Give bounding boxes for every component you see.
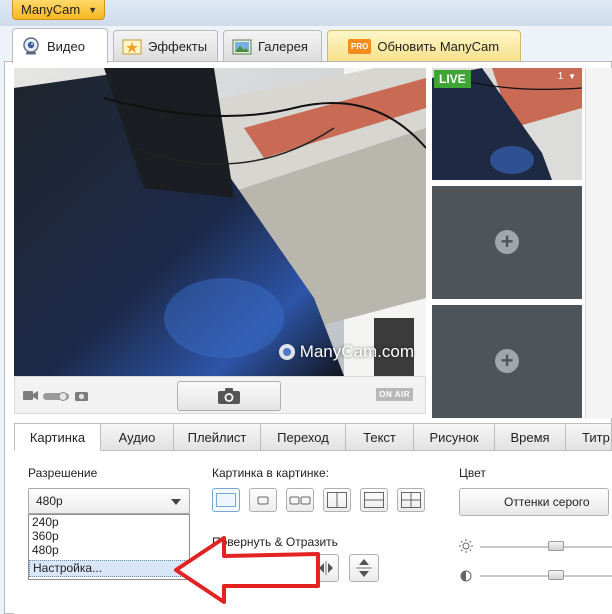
tab-drawing-label: Рисунок xyxy=(429,429,479,445)
tab-upgrade[interactable]: PRO Обновить ManyCam xyxy=(327,30,521,62)
tab-text[interactable]: Текст xyxy=(345,423,414,451)
preview-image xyxy=(14,68,426,376)
manycam-logo-icon xyxy=(278,344,295,360)
pip-quad-icon xyxy=(401,492,421,508)
resolution-option-480p[interactable]: 480p xyxy=(29,543,189,557)
tab-transition-label: Переход xyxy=(277,429,329,445)
app-menu-label: ManyCam xyxy=(21,2,81,17)
source-slot-1[interactable]: LIVE 1 ▼ xyxy=(432,68,582,180)
color-label: Цвет xyxy=(459,466,486,480)
tab-time-label: Время xyxy=(510,429,550,445)
pip-small-icon xyxy=(257,496,269,505)
title-bar: ManyCam ▼ xyxy=(0,0,612,26)
annotation-arrow-icon xyxy=(174,536,320,604)
pip-double-button[interactable] xyxy=(286,488,314,512)
resolution-value: 480p xyxy=(36,494,63,508)
resolution-option-custom[interactable]: Настройка... xyxy=(29,560,189,577)
tab-audio[interactable]: Аудио xyxy=(100,423,174,451)
tab-transition[interactable]: Переход xyxy=(260,423,346,451)
gallery-icon xyxy=(232,39,252,54)
snapshot-button[interactable] xyxy=(177,381,281,411)
brightness-icon xyxy=(459,539,473,553)
sources-scrollbar[interactable] xyxy=(585,68,612,418)
watermark-text: ManyCam.com xyxy=(299,342,414,361)
chevron-down-icon: ▼ xyxy=(88,4,98,15)
tab-gallery-label: Галерея xyxy=(258,39,308,54)
tab-picture[interactable]: Картинка xyxy=(14,423,101,451)
pip-double-icon xyxy=(289,496,311,505)
resolution-option-360p[interactable]: 360p xyxy=(29,529,189,543)
tab-playlist-label: Плейлист xyxy=(187,429,247,445)
slot-number-label: 1 xyxy=(557,71,564,82)
contrast-slider[interactable] xyxy=(480,570,612,580)
live-badge: LIVE xyxy=(434,70,471,88)
tab-picture-label: Картинка xyxy=(29,429,86,445)
camera-toggle-controls[interactable] xyxy=(23,389,95,403)
tab-effects-label: Эффекты xyxy=(148,39,208,54)
pip-none-icon xyxy=(216,493,236,507)
tab-video-label: Видео xyxy=(47,38,85,54)
contrast-icon xyxy=(460,570,472,582)
tab-playlist[interactable]: Плейлист xyxy=(173,423,261,451)
contrast-slider-thumb[interactable] xyxy=(548,570,564,580)
main-tabs: Видео Эффекты Галерея PRO Обновить ManyC… xyxy=(0,26,612,63)
video-preview[interactable]: ManyCam.com xyxy=(14,68,426,376)
chevron-down-icon: ▼ xyxy=(568,72,576,81)
resolution-dropdown: 240p 360p 480p Настройка... xyxy=(28,514,190,580)
tab-text-label: Текст xyxy=(363,429,396,445)
add-source-icon: + xyxy=(495,230,519,254)
tab-effects[interactable]: Эффекты xyxy=(113,30,218,62)
grayscale-button[interactable]: Оттенки серого xyxy=(459,488,609,516)
pip-label: Картинка в картинке: xyxy=(212,466,329,480)
tab-video[interactable]: Видео xyxy=(12,28,108,63)
slot-number[interactable]: 1 ▼ xyxy=(558,71,576,82)
brightness-slider-thumb[interactable] xyxy=(548,541,564,551)
tab-caption-label: Титр xyxy=(582,429,610,445)
tab-audio-label: Аудио xyxy=(118,429,156,445)
tab-caption[interactable]: Титр xyxy=(565,423,612,451)
preview-toolbar: ON AIR xyxy=(14,376,426,414)
add-source-icon: + xyxy=(495,349,519,373)
tab-upgrade-label: Обновить ManyCam xyxy=(377,39,500,54)
brightness-slider[interactable] xyxy=(480,541,612,551)
tab-gallery[interactable]: Галерея xyxy=(223,30,322,62)
flip-vertical-button[interactable] xyxy=(349,554,379,582)
camera-snapshot-icon xyxy=(218,388,240,404)
camera-icon xyxy=(23,37,39,55)
effects-icon xyxy=(122,39,142,54)
pip-small-button[interactable] xyxy=(249,488,277,512)
pip-horizontal-split-icon xyxy=(364,492,384,508)
pip-quad-button[interactable] xyxy=(397,488,425,512)
flip-vertical-icon xyxy=(356,559,372,577)
resolution-label: Разрешение xyxy=(28,466,98,480)
resolution-option-240p[interactable]: 240p xyxy=(29,515,189,529)
pip-vertical-split-icon xyxy=(327,492,347,508)
settings-tabs: Картинка Аудио Плейлист Переход Текст Ри… xyxy=(14,423,612,451)
watermark: ManyCam.com xyxy=(278,342,414,362)
pip-vertical-split-button[interactable] xyxy=(323,488,351,512)
tab-time[interactable]: Время xyxy=(494,423,566,451)
pro-badge-icon: PRO xyxy=(348,39,372,54)
grayscale-button-label: Оттенки серого xyxy=(504,495,590,509)
source-slot-3[interactable]: + xyxy=(432,305,582,418)
resolution-select[interactable]: 480p xyxy=(28,488,190,514)
app-menu-button[interactable]: ManyCam ▼ xyxy=(12,0,105,20)
chevron-down-icon xyxy=(171,499,181,505)
on-air-indicator: ON AIR xyxy=(376,388,413,401)
pip-none-button[interactable] xyxy=(212,488,240,512)
pip-horizontal-split-button[interactable] xyxy=(360,488,388,512)
source-slot-2[interactable]: + xyxy=(432,186,582,299)
tab-drawing[interactable]: Рисунок xyxy=(413,423,495,451)
